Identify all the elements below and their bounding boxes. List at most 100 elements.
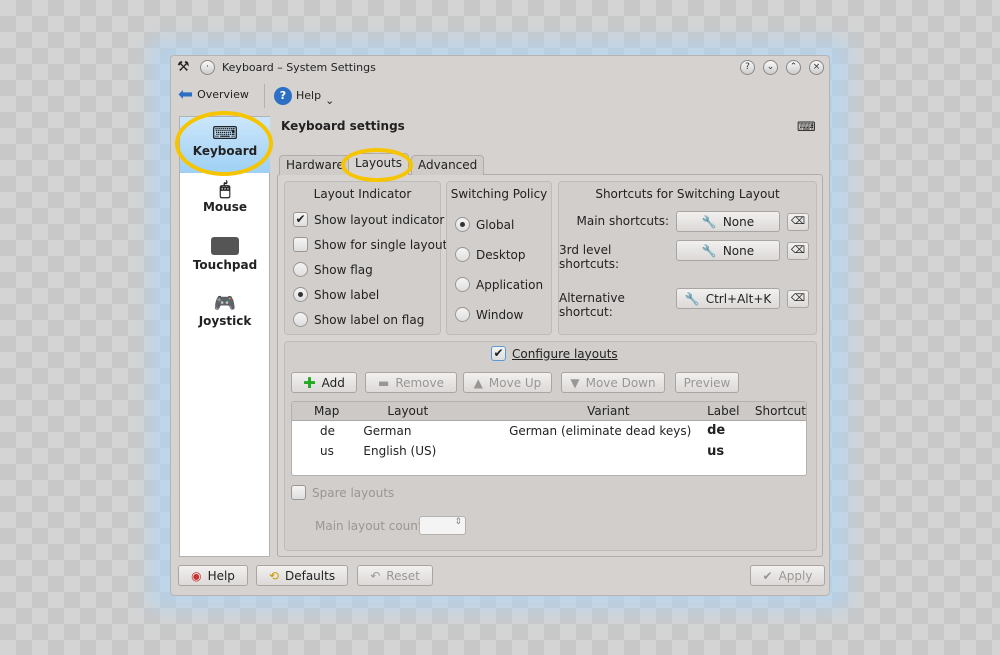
option-label: Show layout indicator (314, 212, 445, 227)
help-button[interactable]: ◉ Help (178, 565, 248, 586)
button-label: Preview (683, 375, 731, 390)
sidebar-item-mouse[interactable]: 🖱 Mouse (180, 179, 270, 227)
layouts-panel: Layout Indicator ✔ Show layout indicator … (277, 174, 823, 557)
column-header-label[interactable]: Label (697, 402, 747, 420)
shortcut-value: Ctrl+Alt+K (705, 291, 772, 306)
alternative-shortcut-button[interactable]: 🔧 Ctrl+Alt+K (676, 288, 780, 309)
button-label: Remove (395, 375, 445, 390)
wrench-icon: 🔧 (701, 243, 717, 258)
button-label: Defaults (284, 568, 336, 583)
application-radio[interactable]: Application (455, 277, 543, 292)
spare-layouts-checkbox[interactable]: Spare layouts (291, 485, 394, 500)
cell-map: de (320, 423, 335, 438)
option-label: Show flag (314, 262, 373, 277)
clear-main-shortcut-button[interactable]: ⌫ (787, 213, 809, 231)
overview-label: Overview (197, 88, 249, 101)
radio (293, 312, 308, 327)
sidebar-item-joystick[interactable]: 🎮 Joystick (180, 293, 270, 341)
show-label-on-flag-radio[interactable]: Show label on flag (293, 312, 424, 327)
window-title: Keyboard – System Settings (222, 61, 376, 74)
triangle-down-icon: ▼ (570, 375, 580, 390)
configure-layouts-checkbox[interactable]: ✔ Configure layouts (491, 346, 618, 361)
column-header-variant[interactable]: Variant (507, 402, 697, 420)
preview-button[interactable]: Preview (675, 372, 739, 393)
tab-hardware[interactable]: Hardware (279, 155, 351, 175)
back-arrow-icon: ⬅ (178, 84, 194, 105)
plus-icon: ✚ (303, 373, 316, 392)
apply-button[interactable]: ✔ Apply (750, 565, 825, 586)
system-settings-window: ⚒ · Keyboard – System Settings ? ⌄ ⌃ × ⬅… (170, 55, 830, 596)
main-layout-count-spinbox[interactable]: ⇕ (419, 516, 466, 535)
cell-label: us (707, 443, 725, 459)
shortcuts-group: Shortcuts for Switching Layout Main shor… (558, 181, 817, 335)
sidebar: ⌨ Keyboard 🖱 Mouse Touchpad 🎮 Joystick (179, 116, 270, 557)
column-header-shortcut[interactable]: Shortcut (747, 402, 806, 420)
remove-button[interactable]: ▬ Remove (365, 372, 457, 393)
help-label: Help (296, 89, 322, 102)
close-button[interactable]: × (809, 60, 824, 75)
desktop-radio[interactable]: Desktop (455, 247, 526, 262)
move-up-button[interactable]: ▲ Move Up (463, 372, 552, 393)
shortcut-value: None (722, 243, 755, 258)
reset-button[interactable]: ↶ Reset (357, 565, 433, 586)
cell-layout: English (US) (363, 444, 437, 458)
option-label: Spare layouts (312, 485, 395, 500)
minimize-button[interactable]: ⌄ (763, 60, 778, 75)
overview-button[interactable]: ⬅ Overview (178, 84, 249, 105)
show-single-layout-checkbox[interactable]: Show for single layout (293, 237, 447, 252)
radio (455, 307, 470, 322)
sidebar-item-label: Mouse (202, 200, 247, 214)
show-flag-radio[interactable]: Show flag (293, 262, 373, 277)
main-shortcuts-button[interactable]: 🔧 None (676, 211, 780, 232)
maximize-button[interactable]: ⌃ (786, 60, 801, 75)
help-title-button[interactable]: ? (740, 60, 755, 75)
chevron-down-icon: ⌄ (325, 94, 335, 107)
sidebar-item-touchpad[interactable]: Touchpad (180, 237, 270, 285)
tab-advanced[interactable]: Advanced (411, 155, 485, 175)
checkbox (291, 485, 306, 500)
add-button[interactable]: ✚ Add (291, 372, 357, 393)
defaults-button[interactable]: ⟲ Defaults (256, 565, 348, 586)
layout-indicator-group: Layout Indicator ✔ Show layout indicator … (284, 181, 447, 335)
main-layout-count-label: Main layout count: (315, 519, 427, 533)
sidebar-item-label: Joystick (198, 314, 252, 328)
group-title: Layout Indicator (313, 187, 412, 201)
option-label: Window (476, 307, 524, 322)
group-title: Shortcuts for Switching Layout (595, 187, 780, 201)
page-title: Keyboard settings (281, 119, 405, 133)
third-level-shortcuts-button[interactable]: 🔧 None (676, 240, 780, 261)
defaults-icon: ⟲ (268, 568, 279, 583)
checkbox (293, 237, 308, 252)
table-row[interactable]: us English (US) us (292, 441, 806, 461)
clear-third-level-shortcut-button[interactable]: ⌫ (787, 242, 809, 260)
move-down-button[interactable]: ▼ Move Down (561, 372, 665, 393)
configure-layouts-group: ✔ Configure layouts ✚ Add ▬ Remove ▲ Move Up… (284, 341, 817, 551)
highlight-ring-keyboard (175, 111, 273, 176)
show-layout-indicator-checkbox[interactable]: ✔ Show layout indicator (293, 212, 444, 227)
column-header-layout[interactable]: Layout (359, 402, 507, 420)
option-label: Configure layouts (512, 346, 618, 361)
layouts-table: Map Layout Variant Label Shortcut de Ger… (291, 401, 807, 476)
clear-alternative-shortcut-button[interactable]: ⌫ (787, 290, 809, 308)
column-header-map[interactable]: Map (292, 402, 359, 420)
button-label: Help (207, 568, 235, 583)
tab-layouts[interactable]: Layouts (348, 153, 410, 175)
option-label: Show label on flag (314, 312, 425, 327)
shortcut-value: None (722, 214, 755, 229)
minus-icon: ▬ (377, 375, 390, 390)
help-lifebuoy-icon: ◉ (191, 568, 202, 583)
help-menu-button[interactable]: ? Help ⌄ (274, 84, 334, 107)
show-label-radio[interactable]: Show label (293, 287, 379, 302)
button-label: Reset (386, 568, 420, 583)
table-row[interactable]: de German German (eliminate dead keys) d… (292, 420, 806, 441)
global-radio[interactable]: Global (455, 217, 514, 232)
option-label: Desktop (476, 247, 526, 262)
alternative-shortcut-label: Alternative shortcut: (559, 291, 625, 319)
joystick-icon: 🎮 (213, 293, 237, 314)
button-label: Move Down (585, 375, 656, 390)
radio (455, 217, 470, 232)
cell-variant: German (eliminate dead keys) (509, 423, 692, 438)
window-menu-button[interactable]: · (200, 60, 215, 75)
window-radio[interactable]: Window (455, 307, 523, 322)
settings-tools-icon: ⚒ (177, 59, 190, 75)
